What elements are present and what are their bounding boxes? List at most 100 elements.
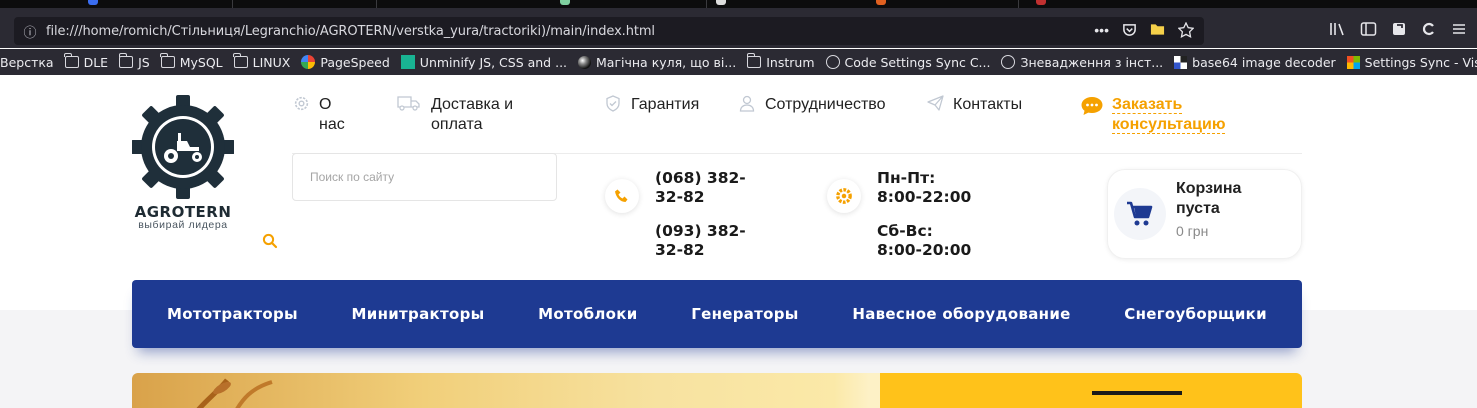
category-link-snowblowers[interactable]: Снегоуборщики — [1124, 305, 1267, 323]
url-text[interactable]: file:///home/romich/Стільниця/Legranchio… — [46, 24, 655, 39]
bookmark-item[interactable]: Зневадження з інст... — [1001, 55, 1163, 70]
pagespeed-icon — [301, 55, 316, 69]
menu-item-label: О нас — [319, 96, 345, 133]
bookmark-item[interactable]: MySQL — [160, 53, 223, 70]
truck-icon — [397, 95, 423, 113]
gear-tractor-logo-icon — [131, 95, 235, 199]
menu-item-delivery[interactable]: Доставка и оплата — [397, 95, 541, 135]
bookmark-label: DLE — [83, 54, 109, 70]
browser-toolbar: ⓘ file:///home/romich/Стільниця/Legranch… — [0, 8, 1477, 48]
grid-icon — [1174, 55, 1188, 69]
cart-widget[interactable]: Корзина пуста 0 грн — [1107, 169, 1302, 259]
tab-separator — [1018, 0, 1019, 8]
logo[interactable]: AGROTERN выбирай лидера — [131, 95, 235, 231]
bookmark-label: Settings Sync - Visual... — [1364, 54, 1477, 70]
account-icon[interactable] — [1421, 21, 1437, 41]
paper-plane-icon — [927, 95, 945, 113]
cart-icon — [1114, 188, 1166, 240]
cart-sum: 0 грн — [1176, 223, 1209, 239]
search-input[interactable] — [293, 154, 556, 200]
shield-icon — [605, 95, 623, 113]
bookmark-item[interactable]: Верстка — [0, 55, 54, 70]
pocket-icon[interactable] — [1122, 22, 1137, 41]
banner-yellow-panel — [880, 373, 1302, 408]
bookmark-item[interactable]: Settings Sync - Visual... — [1346, 54, 1477, 70]
tab-separator — [376, 0, 377, 8]
bookmark-item[interactable]: JS — [118, 53, 150, 70]
unminify-icon — [400, 55, 415, 69]
chat-bubble-icon — [1080, 95, 1104, 117]
site-info-icon[interactable]: ⓘ — [14, 22, 46, 41]
tab-favicon-icon — [88, 0, 98, 5]
bookmark-item[interactable]: PageSpeed — [301, 54, 390, 70]
category-link-minitractors[interactable]: Минитракторы — [352, 305, 485, 323]
tab-separator — [706, 0, 707, 8]
ball-icon — [578, 55, 592, 69]
phone-number-1[interactable]: (068) 382-32-82 — [655, 169, 765, 207]
menu-item-about[interactable]: О нас — [293, 95, 355, 135]
tab-favicon-icon — [716, 0, 726, 5]
browser-tab-strip[interactable] — [0, 0, 1477, 8]
menu-icon[interactable] — [1451, 21, 1467, 41]
bookmark-item[interactable]: Unminify JS, CSS and ... — [400, 54, 568, 70]
bookmark-label: PageSpeed — [320, 54, 390, 70]
bookmark-label: Code Settings Sync C... — [844, 54, 991, 70]
bookmark-label: base64 image decoder — [1192, 54, 1336, 70]
page-actions-icon[interactable]: ••• — [1094, 22, 1109, 41]
bookmark-label: Верстка — [0, 54, 54, 70]
menu-item-warranty[interactable]: Гарантия — [605, 95, 699, 115]
category-link-motoblocks[interactable]: Мотоблоки — [538, 305, 637, 323]
search-field[interactable] — [292, 153, 557, 201]
bookmark-item[interactable]: base64 image decoder — [1174, 55, 1336, 70]
hours-weekend-label: Сб-Вс: — [877, 222, 933, 240]
tab-favicon-icon — [876, 0, 886, 5]
extension-icon[interactable] — [1391, 21, 1407, 41]
bookmark-item[interactable]: Instrum — [746, 53, 815, 70]
windows-icon — [1346, 55, 1360, 69]
library-icon[interactable] — [1329, 21, 1346, 41]
menu-item-cooperation[interactable]: Сотрудничество — [739, 95, 886, 115]
folder-icon — [64, 53, 79, 68]
folder-icon — [160, 53, 175, 68]
hero-banner[interactable] — [132, 373, 1302, 408]
menu-item-label: Гарантия — [631, 96, 700, 113]
cart-title: Корзина пуста — [1176, 180, 1242, 217]
address-bar[interactable]: ⓘ file:///home/romich/Стільниця/Legranch… — [14, 17, 1204, 45]
globe-icon — [1001, 55, 1016, 69]
bookmark-item[interactable]: Магічна куля, що ві... — [578, 55, 736, 70]
clock-gear-icon — [827, 179, 861, 213]
gear-icon — [293, 95, 311, 113]
phone-number-2[interactable]: (093) 382-32-82 — [655, 222, 765, 260]
sidebar-icon[interactable] — [1360, 21, 1377, 41]
bookmark-label: Instrum — [766, 54, 815, 70]
bookmark-star-icon[interactable] — [1177, 21, 1195, 41]
bookmark-label: JS — [138, 54, 150, 70]
menu-item-contacts[interactable]: Контакты — [927, 95, 1022, 115]
tab-favicon-icon — [1036, 0, 1046, 5]
folder-icon[interactable] — [1150, 22, 1165, 41]
search-icon[interactable] — [262, 233, 278, 249]
category-link-generators[interactable]: Генераторы — [691, 305, 798, 323]
bookmark-label: Unminify JS, CSS and ... — [419, 54, 568, 70]
phone-icon — [605, 179, 639, 213]
category-link-attachments[interactable]: Навесное оборудование — [852, 305, 1070, 323]
bookmark-item[interactable]: LINUX — [233, 53, 290, 70]
hours-weekend-time: 8:00-20:00 — [877, 241, 972, 259]
bookmark-label: Магічна куля, що ві... — [596, 54, 737, 70]
category-nav: Мототракторы Минитракторы Мотоблоки Гене… — [132, 280, 1302, 348]
bookmark-label: Зневадження з інст... — [1020, 54, 1164, 70]
user-icon — [739, 95, 757, 113]
folder-icon — [746, 53, 762, 68]
bookmark-item[interactable]: Code Settings Sync C... — [825, 54, 991, 70]
order-consultation-link[interactable]: Заказать консультацию — [1080, 95, 1232, 135]
tractor-image — [1092, 391, 1182, 408]
bookmark-item[interactable]: DLE — [64, 53, 109, 70]
globe-icon — [825, 55, 840, 69]
bookmarks-toolbar: Верстка DLE JS MySQL LINUX PageSpeed Unminify … — [0, 49, 1477, 75]
wheat-image — [196, 378, 273, 408]
tab-separator — [232, 0, 233, 8]
category-link-mototractors[interactable]: Мототракторы — [167, 305, 298, 323]
menu-item-label: Доставка и оплата — [431, 96, 514, 133]
logo-slogan: выбирай лидера — [138, 219, 228, 231]
consult-label: Заказать консультацию — [1112, 96, 1226, 134]
